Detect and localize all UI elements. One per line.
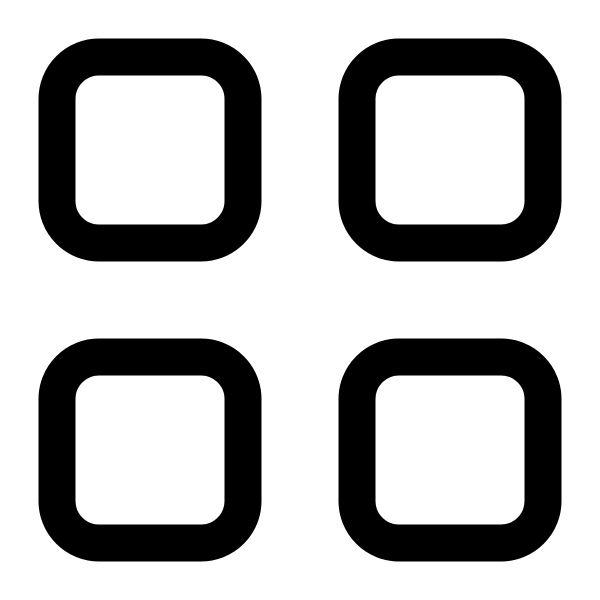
- grid-tile-bottom-left: [38, 338, 262, 562]
- grid-icon[interactable]: [0, 0, 600, 600]
- grid-tile-top-left: [38, 38, 262, 262]
- grid-tile-bottom-right: [338, 338, 562, 562]
- grid-tile-top-right: [338, 38, 562, 262]
- icon-canvas: [0, 0, 600, 600]
